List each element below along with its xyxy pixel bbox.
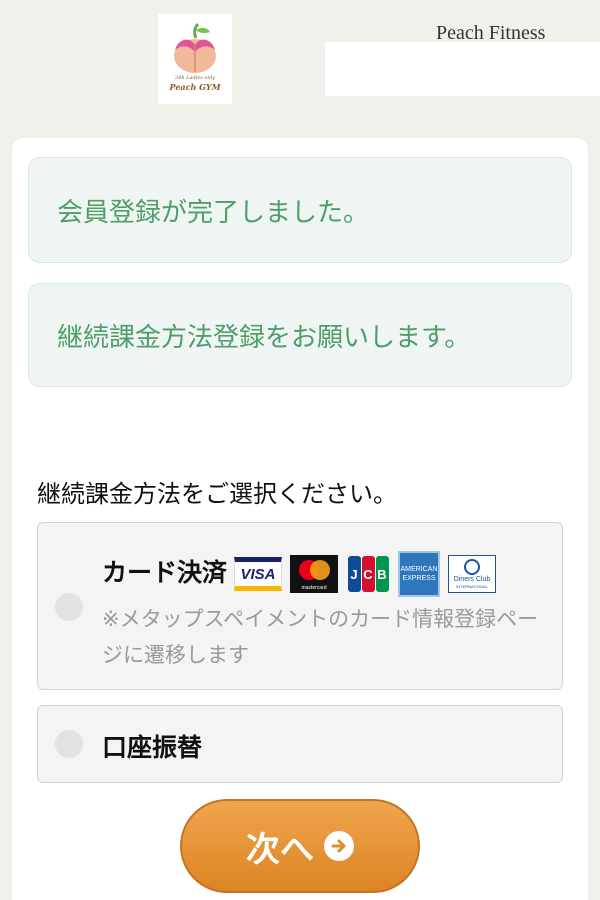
peach-icon	[174, 22, 216, 73]
mastercard-logo: mastercard	[290, 555, 338, 593]
amex-text-top: AMERICAN	[400, 566, 438, 573]
diners-club-logo: Diners Club INTERNATIONAL	[448, 555, 496, 593]
arrow-right-circle-icon	[324, 831, 354, 861]
bank-transfer-label: 口座振替	[102, 733, 203, 762]
logo-tagline: 24h Ladies only	[174, 75, 216, 81]
amex-logo: AMERICAN EXPRESS	[398, 551, 440, 597]
payment-option-bank-transfer[interactable]: 口座振替	[37, 705, 563, 783]
visa-logo-text: VISA	[240, 565, 276, 583]
peach-gym-logo[interactable]: 24h Ladies only Peach GYM	[158, 14, 232, 104]
amex-text-bottom: EXPRESS	[402, 575, 436, 582]
card-brand-logos: VISA mastercard J C B AMERICAN EXPRESS D…	[234, 551, 496, 597]
payment-option-card[interactable]: カード決済 VISA mastercard J C B AMERICAN EXP…	[37, 522, 563, 690]
billing-request-message: 継続課金方法登録をお願いします。	[28, 283, 572, 387]
card-payment-radio[interactable]	[55, 593, 83, 621]
jcb-logo: J C B	[346, 555, 390, 593]
payment-method-label: 継続課金方法をご選択ください。	[37, 480, 397, 508]
jcb-c: C	[361, 556, 375, 592]
jcb-j: J	[347, 556, 361, 592]
logo-name: Peach GYM	[169, 82, 221, 92]
card-payment-note: ※メタップスペイメントのカード情報登録ページに遷移します	[102, 607, 539, 667]
card-payment-label: カード決済	[102, 558, 228, 587]
mastercard-logo-text: mastercard	[301, 585, 327, 591]
jcb-b: B	[375, 556, 389, 592]
diners-text: Diners Club	[453, 576, 491, 583]
header-white-area	[325, 42, 600, 96]
registration-complete-message: 会員登録が完了しました。	[28, 157, 572, 263]
bank-transfer-radio[interactable]	[55, 730, 83, 758]
mastercard-orange-circle	[310, 560, 330, 580]
diners-subtext: INTERNATIONAL	[456, 584, 488, 589]
visa-logo: VISA	[234, 557, 282, 591]
next-button-label: 次へ	[246, 829, 314, 870]
page: 24h Ladies only Peach GYM Peach Fitness …	[0, 0, 600, 900]
diners-ring-icon	[464, 559, 480, 575]
next-button[interactable]: 次へ	[180, 799, 420, 893]
